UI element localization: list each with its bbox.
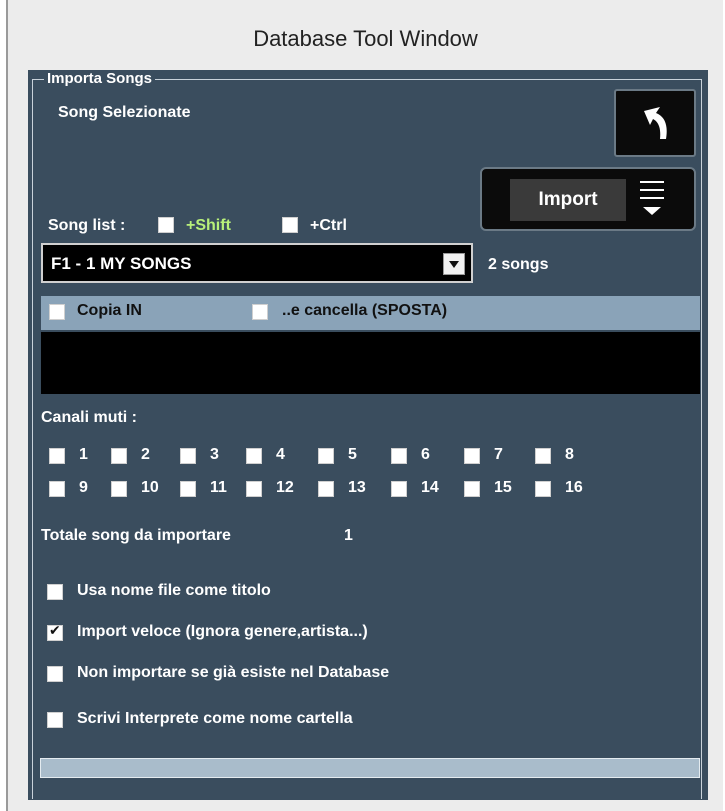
channel-checkbox-6[interactable] — [391, 448, 407, 464]
channel-label: 13 — [348, 479, 366, 496]
totale-label: Totale song da importare — [41, 527, 231, 544]
channel-checkbox-1[interactable] — [49, 448, 65, 464]
window-title: Database Tool Window — [253, 26, 478, 51]
channel-checkbox-10[interactable] — [111, 481, 127, 497]
channel-label: 1 — [79, 446, 88, 463]
copia-in-checkbox[interactable] — [49, 304, 65, 320]
option-label-import-veloce: Import veloce (Ignora genere,artista...) — [77, 623, 368, 640]
channel-label: 10 — [141, 479, 159, 496]
channel-label: 8 — [565, 446, 574, 463]
song-selezionate-label: Song Selezionate — [58, 104, 191, 121]
group-legend: Importa Songs — [44, 70, 156, 87]
channel-label: 14 — [421, 479, 439, 496]
channel-checkbox-14[interactable] — [391, 481, 407, 497]
sposta-checkbox[interactable] — [252, 304, 268, 320]
channel-checkbox-15[interactable] — [464, 481, 480, 497]
option-checkbox-interprete[interactable] — [47, 712, 63, 728]
song-count: 2 songs — [488, 256, 549, 273]
channel-checkbox-13[interactable] — [318, 481, 334, 497]
channel-checkbox-12[interactable] — [246, 481, 262, 497]
channel-label: 7 — [494, 446, 503, 463]
channel-label: 5 — [348, 446, 357, 463]
option-label-nome-file: Usa nome file come titolo — [77, 582, 271, 599]
song-list-select[interactable]: F1 - 1 MY SONGS — [41, 243, 473, 283]
song-list-label: Song list : — [48, 217, 126, 234]
channel-label: 16 — [565, 479, 583, 496]
channel-label: 4 — [276, 446, 285, 463]
channel-label: 12 — [276, 479, 294, 496]
import-control: Import — [480, 167, 696, 231]
channel-checkbox-8[interactable] — [535, 448, 551, 464]
channel-label: 3 — [210, 446, 219, 463]
channel-label: 11 — [210, 479, 227, 496]
channel-label: 9 — [79, 479, 88, 496]
channel-checkbox-16[interactable] — [535, 481, 551, 497]
channel-label: 2 — [141, 446, 150, 463]
import-button[interactable]: Import — [510, 179, 626, 221]
channel-checkbox-11[interactable] — [180, 481, 196, 497]
option-checkbox-non-importare[interactable] — [47, 666, 63, 682]
channel-checkbox-4[interactable] — [246, 448, 262, 464]
back-arrow-icon — [644, 107, 667, 139]
progress-bar — [40, 758, 700, 778]
channel-checkbox-3[interactable] — [180, 448, 196, 464]
option-label-non-importare: Non importare se già esiste nel Database — [77, 664, 390, 681]
channel-checkbox-5[interactable] — [318, 448, 334, 464]
copia-in-label: Copia IN — [77, 302, 142, 319]
menu-dropdown-icon[interactable] — [632, 175, 672, 225]
shift-label: +Shift — [186, 217, 231, 234]
channel-label: 15 — [494, 479, 512, 496]
option-label-interprete: Scrivi Interprete come nome cartella — [77, 710, 353, 727]
canali-muti-label: Canali muti : — [41, 409, 138, 426]
option-checkbox-import-veloce[interactable] — [47, 623, 63, 641]
channel-checkbox-9[interactable] — [49, 481, 65, 497]
channel-label: 6 — [421, 446, 430, 463]
back-button[interactable] — [614, 89, 696, 157]
shift-checkbox[interactable] — [158, 217, 174, 233]
option-checkbox-nome-file[interactable] — [47, 584, 63, 600]
chevron-down-icon[interactable] — [443, 253, 465, 275]
song-preview-area — [41, 332, 700, 394]
song-list-value: F1 - 1 MY SONGS — [51, 254, 192, 273]
channel-checkbox-7[interactable] — [464, 448, 480, 464]
totale-value: 1 — [344, 527, 353, 544]
channel-checkbox-2[interactable] — [111, 448, 127, 464]
ctrl-checkbox[interactable] — [282, 217, 298, 233]
copy-options-bar: Copia IN ..e cancella (SPOSTA) — [41, 296, 700, 330]
ctrl-label: +Ctrl — [310, 217, 347, 234]
sposta-label: ..e cancella (SPOSTA) — [282, 302, 448, 319]
